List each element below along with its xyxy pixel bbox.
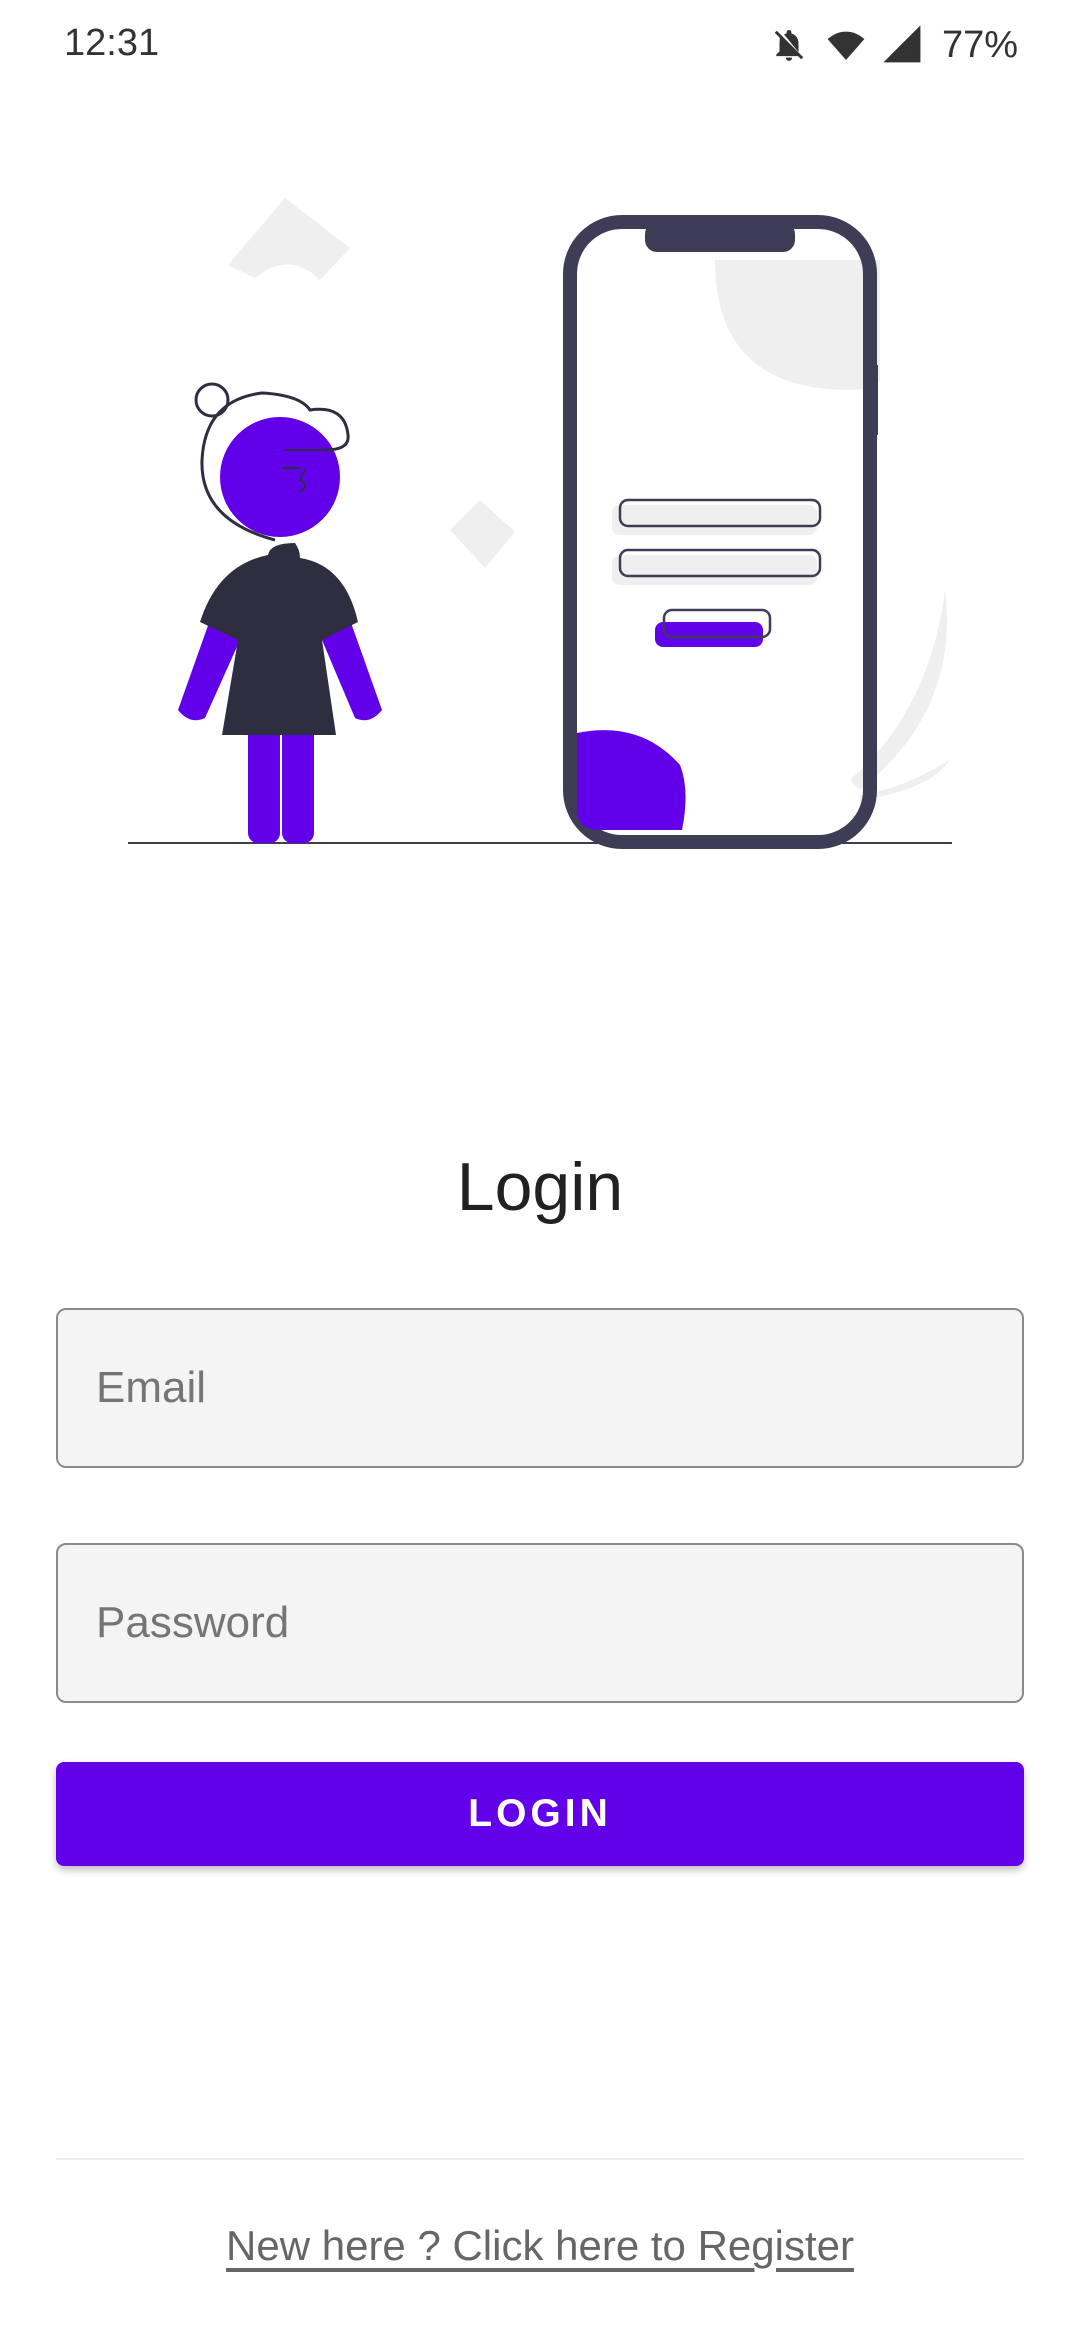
signal-icon xyxy=(883,25,922,65)
status-bar: 12:31 77% xyxy=(0,0,1080,92)
password-field[interactable] xyxy=(56,1543,1024,1703)
status-icons: 77% xyxy=(770,20,1018,70)
password-input[interactable] xyxy=(58,1545,1022,1701)
notifications-off-icon xyxy=(770,25,808,65)
register-link[interactable]: New here ? Click here to Register xyxy=(0,2222,1080,2270)
decorative-shape xyxy=(228,198,350,280)
decorative-diamond xyxy=(450,500,515,568)
page-title: Login xyxy=(456,1149,624,1225)
email-input[interactable] xyxy=(58,1310,1022,1466)
email-field[interactable] xyxy=(56,1308,1024,1468)
battery-level: 77% xyxy=(941,23,1018,66)
phone-bg-circle xyxy=(715,260,880,390)
login-button[interactable]: LOGIN xyxy=(56,1762,1024,1866)
status-time: 12:31 xyxy=(64,22,160,64)
wifi-icon xyxy=(824,25,868,65)
divider xyxy=(56,2158,1024,2160)
person-figure xyxy=(178,382,382,843)
login-illustration xyxy=(128,198,952,849)
